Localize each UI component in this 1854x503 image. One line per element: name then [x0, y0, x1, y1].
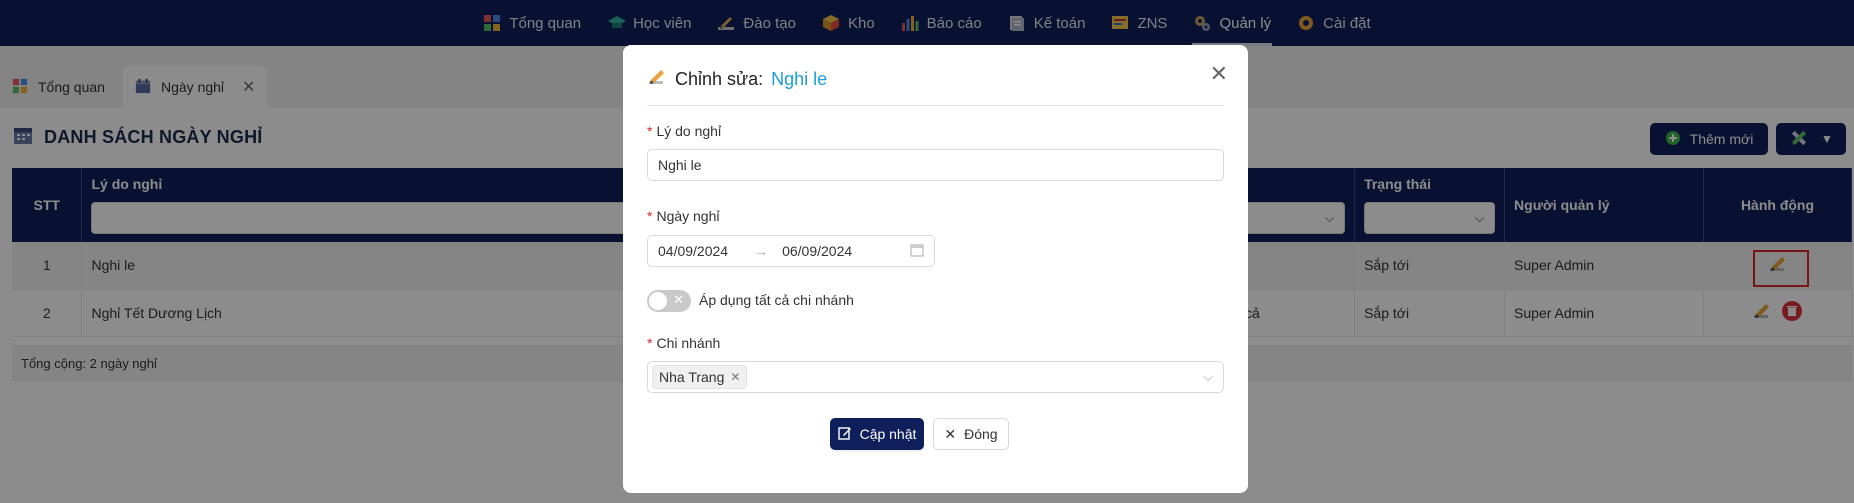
- edit-icon: [837, 426, 852, 443]
- branch-tag: Nha Trang ✕: [652, 365, 748, 389]
- modal-title: Chỉnh sửa: Nghi le: [647, 67, 827, 92]
- update-button[interactable]: Cập nhật: [830, 418, 924, 450]
- close-icon: ✕: [673, 292, 684, 307]
- calendar-icon: [910, 243, 924, 260]
- apply-all-label: Áp dụng tất cả chi nhánh: [699, 292, 854, 308]
- arrow-right-icon: →: [754, 243, 769, 259]
- date-range-picker[interactable]: 04/09/2024 → 06/09/2024: [647, 235, 935, 267]
- branch-tag-label: Nha Trang: [659, 369, 725, 385]
- edit-holiday-modal: Chỉnh sửa: Nghi le ✕ * Lý do nghỉ Nghi le…: [623, 45, 1248, 493]
- apply-all-toggle[interactable]: ✕: [647, 290, 691, 312]
- chevron-down-icon: ⌵: [1203, 369, 1213, 384]
- branch-label: * Chi nhánh: [647, 335, 720, 351]
- close-button[interactable]: ✕ Đóng: [933, 418, 1009, 450]
- close-label: Đóng: [964, 426, 998, 442]
- branch-label-text: Chi nhánh: [656, 335, 721, 351]
- required-mark: *: [647, 208, 653, 224]
- close-icon[interactable]: ✕: [1210, 61, 1228, 87]
- modal-title-name: Nghi le: [771, 69, 828, 89]
- close-icon: ✕: [944, 425, 957, 442]
- date-to[interactable]: 06/09/2024: [782, 243, 852, 259]
- required-mark: *: [647, 123, 653, 139]
- reason-label: * Lý do nghỉ: [647, 123, 721, 139]
- date-label: * Ngày nghỉ: [647, 208, 720, 224]
- close-icon[interactable]: ✕: [730, 370, 740, 384]
- branch-select[interactable]: Nha Trang ✕ ⌵: [647, 361, 1224, 393]
- update-label: Cập nhật: [859, 426, 917, 442]
- edit-icon: [647, 67, 667, 92]
- date-from[interactable]: 04/09/2024: [658, 243, 728, 259]
- modal-title-prefix: Chỉnh sửa:: [675, 69, 764, 89]
- toggle-knob: [649, 292, 667, 310]
- reason-input[interactable]: Nghi le: [647, 149, 1224, 181]
- reason-label-text: Lý do nghỉ: [656, 123, 722, 139]
- modal-divider: [647, 105, 1224, 106]
- date-label-text: Ngày nghỉ: [656, 208, 720, 224]
- required-mark: *: [647, 335, 653, 351]
